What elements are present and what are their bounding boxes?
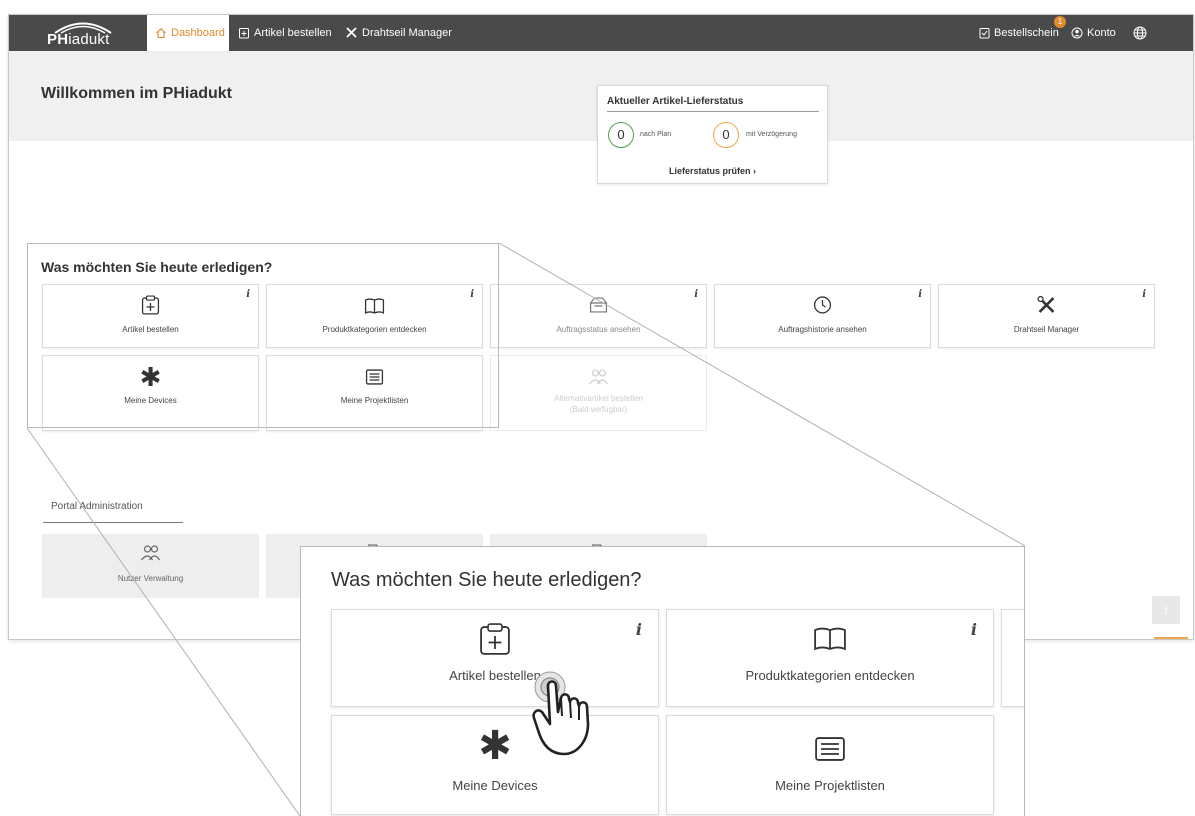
divider [607, 111, 819, 112]
check-status-link[interactable]: Lieferstatus prüfen › [598, 166, 827, 176]
user-circle-icon [1071, 27, 1083, 39]
users-icon [589, 369, 608, 385]
bestellschein-label: Bestellschein [994, 27, 1059, 39]
on-plan-count: 0 [608, 122, 634, 148]
tile-alternativartikel: Alternativartikel bestellen (Bald verfüg… [490, 355, 707, 431]
tab-drahtseil-manager[interactable]: Drahtseil Manager [345, 15, 452, 51]
callout-tile-produktkategorien[interactable]: Produktkategorien entdecken i [666, 609, 994, 707]
clock-icon [813, 296, 832, 314]
cart-count-badge: 1 [1054, 16, 1066, 28]
info-icon[interactable]: i [694, 289, 698, 300]
arrow-up-icon: ↑ [1162, 602, 1170, 617]
tools-icon [346, 27, 357, 38]
callout-title: Was möchten Sie heute erledigen? [331, 569, 642, 591]
tab-label: Artikel bestellen [254, 27, 332, 39]
home-icon [156, 28, 166, 39]
tile-auftragsstatus[interactable]: Auftragsstatus ansehen i [490, 284, 707, 348]
konto-label: Konto [1087, 27, 1116, 39]
tile-label: Produktkategorien entdecken [745, 668, 915, 683]
tab-dashboard[interactable]: Dashboard [147, 15, 229, 51]
scroll-to-top-button[interactable]: ↑ [1152, 596, 1180, 624]
box-icon [589, 297, 608, 313]
tab-artikel-bestellen[interactable]: Artikel bestellen [238, 15, 332, 51]
clipboard-icon [979, 28, 990, 39]
tile-auftragshistorie[interactable]: Auftragshistorie ansehen i [714, 284, 931, 348]
tile-label: Auftragshistorie ansehen [778, 325, 867, 334]
hand-pointer-icon [532, 671, 590, 756]
clipboard-plus-icon [480, 623, 510, 655]
callout-tile-meine-projektlisten[interactable]: Meine Projektlisten [666, 715, 994, 815]
callout-tile-auftragsstatus[interactable] [1001, 609, 1024, 707]
order-icon [239, 28, 249, 39]
info-icon[interactable]: i [971, 620, 977, 639]
book-icon [814, 627, 846, 651]
tab-portal-administration[interactable]: Portal Administration [43, 501, 183, 523]
tile-label: Nutzer Verwaltung [117, 574, 184, 583]
konto-link[interactable]: Konto [1071, 15, 1116, 51]
language-button[interactable] [1133, 15, 1147, 51]
logo-text: PHiadukt [47, 31, 110, 48]
tab-label: Dashboard [171, 27, 225, 39]
bestellschein-link[interactable]: Bestellschein [979, 15, 1059, 51]
delayed-count: 0 [713, 122, 739, 148]
users-icon [141, 545, 161, 561]
info-icon[interactable]: i [1142, 289, 1146, 300]
tile-label: Drahtseil Manager [1013, 325, 1080, 334]
tile-label: Meine Projektlisten [775, 778, 885, 793]
tab-label: Drahtseil Manager [362, 27, 452, 39]
accent-bar [1154, 637, 1188, 639]
page-title: Willkommen im PHiadukt [41, 85, 232, 102]
tile-nutzer-verwaltung[interactable]: Nutzer Verwaltung [42, 534, 259, 598]
tile-label: Auftragsstatus ansehen [556, 325, 641, 334]
delayed-label: mit Verzögerung [746, 131, 797, 138]
zoom-callout: Was möchten Sie heute erledigen? Artikel… [300, 546, 1025, 816]
list-icon [815, 737, 845, 761]
zoom-highlight-frame [27, 243, 499, 428]
tools-icon [1037, 295, 1055, 313]
tile-label: Alternativartikel bestellen [554, 394, 643, 403]
tile-label: Meine Devices [452, 778, 538, 793]
status-card-title: Aktueller Artikel-Lieferstatus [607, 96, 744, 107]
on-plan-label: nach Plan [640, 131, 672, 138]
delivery-status-card: Aktueller Artikel-Lieferstatus 0 nach Pl… [597, 85, 828, 184]
info-icon[interactable]: i [636, 620, 642, 639]
tile-sublabel: (Bald verfügbar) [569, 405, 628, 414]
globe-icon [1133, 26, 1147, 40]
logo[interactable]: PHiadukt [37, 17, 133, 49]
tutorial-screenshot: PHiadukt Dashboard Artikel bestellen Dra… [0, 0, 1195, 816]
info-icon[interactable]: i [918, 289, 922, 300]
tile-drahtseil-manager[interactable]: Drahtseil Manager i [938, 284, 1155, 348]
top-nav: PHiadukt Dashboard Artikel bestellen Dra… [9, 15, 1193, 51]
